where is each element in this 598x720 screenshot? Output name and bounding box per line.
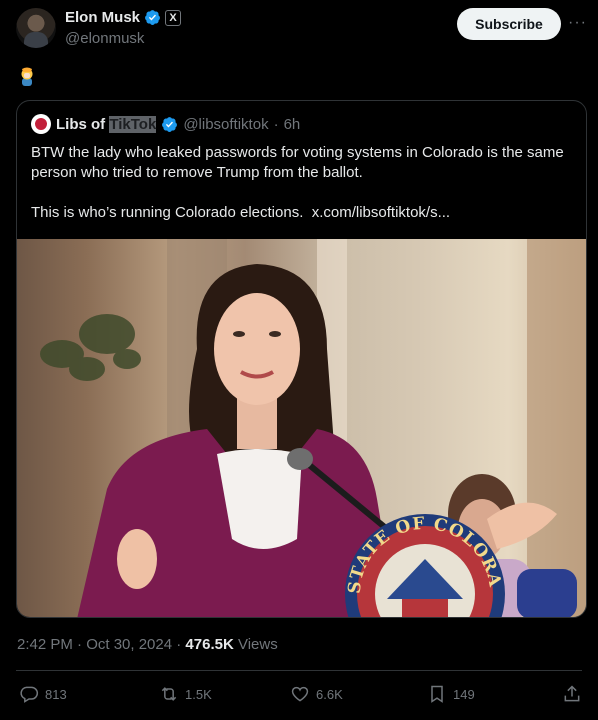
quoted-paragraph-1: BTW the lady who leaked passwords for vo… bbox=[31, 144, 564, 181]
facepalm-emoji-icon bbox=[21, 67, 33, 86]
reply-icon bbox=[20, 686, 39, 703]
quoted-name[interactable]: Libs of TikTok bbox=[56, 115, 157, 133]
repost-count: 1.5K bbox=[185, 686, 212, 702]
author-handle[interactable]: @elonmusk bbox=[65, 30, 144, 47]
author-avatar[interactable] bbox=[16, 8, 56, 48]
reply-button[interactable]: 813 bbox=[19, 684, 67, 704]
x-affiliate-badge: X bbox=[165, 9, 182, 26]
quoted-avatar[interactable] bbox=[31, 114, 51, 134]
reply-count: 813 bbox=[45, 686, 67, 702]
quoted-separator: · bbox=[273, 115, 279, 133]
tweet-header: Elon Musk X @elonmusk Subscribe ··· bbox=[16, 8, 586, 52]
views-label: Views bbox=[233, 636, 278, 653]
quoted-name-prefix: Libs of bbox=[56, 115, 106, 133]
tweet-photo[interactable]: STATE OF COLORADO bbox=[17, 239, 586, 617]
bookmark-button[interactable]: 149 bbox=[427, 684, 475, 704]
bookmark-icon bbox=[431, 685, 443, 703]
quoted-link[interactable]: x.com/libsoftiktok/s... bbox=[312, 204, 450, 221]
author-name[interactable]: Elon Musk bbox=[65, 9, 140, 26]
tweet-meta: 2:42 PM · Oct 30, 2024 · 476.5K Views bbox=[17, 636, 278, 653]
subscribe-button[interactable]: Subscribe bbox=[457, 8, 561, 40]
verified-icon bbox=[162, 116, 178, 132]
share-button[interactable] bbox=[562, 684, 582, 704]
more-options-icon[interactable]: ··· bbox=[568, 14, 587, 32]
quoted-handle[interactable]: @libsoftiktok bbox=[183, 116, 268, 133]
quoted-tweet[interactable]: Libs of TikTok @libsoftiktok · 6h BTW th… bbox=[16, 100, 587, 618]
quoted-age[interactable]: 6h bbox=[284, 116, 301, 133]
quoted-text: BTW the lady who leaked passwords for vo… bbox=[31, 143, 576, 223]
repost-button[interactable]: 1.5K bbox=[159, 684, 212, 704]
verified-icon bbox=[145, 10, 160, 25]
repost-icon bbox=[161, 687, 177, 701]
author-name-line: Elon Musk X bbox=[65, 9, 182, 26]
quoted-name-highlight: TikTok bbox=[109, 115, 157, 133]
action-bar: 813 1.5K 6.6K 149 bbox=[16, 684, 582, 706]
heart-icon bbox=[291, 686, 309, 702]
like-button[interactable]: 6.6K bbox=[290, 684, 343, 704]
quoted-paragraph-2: This is who’s running Colorado elections… bbox=[31, 203, 576, 223]
bookmark-count: 149 bbox=[453, 686, 475, 702]
like-count: 6.6K bbox=[316, 686, 343, 702]
seal-lettering: STATE OF COLORADO bbox=[17, 239, 505, 595]
quoted-header: Libs of TikTok @libsoftiktok · 6h bbox=[31, 114, 300, 134]
seal-text: STATE OF COLORADO bbox=[17, 239, 504, 595]
share-icon bbox=[564, 685, 580, 702]
svg-text:STATE OF COLORADO: STATE OF COLORADO bbox=[17, 239, 505, 595]
tweet-timestamp[interactable]: 2:42 PM · Oct 30, 2024 · bbox=[17, 636, 185, 653]
quoted-paragraph-2-text: This is who’s running Colorado elections… bbox=[31, 204, 304, 221]
views-count: 476.5K bbox=[185, 636, 234, 653]
divider bbox=[16, 670, 582, 671]
